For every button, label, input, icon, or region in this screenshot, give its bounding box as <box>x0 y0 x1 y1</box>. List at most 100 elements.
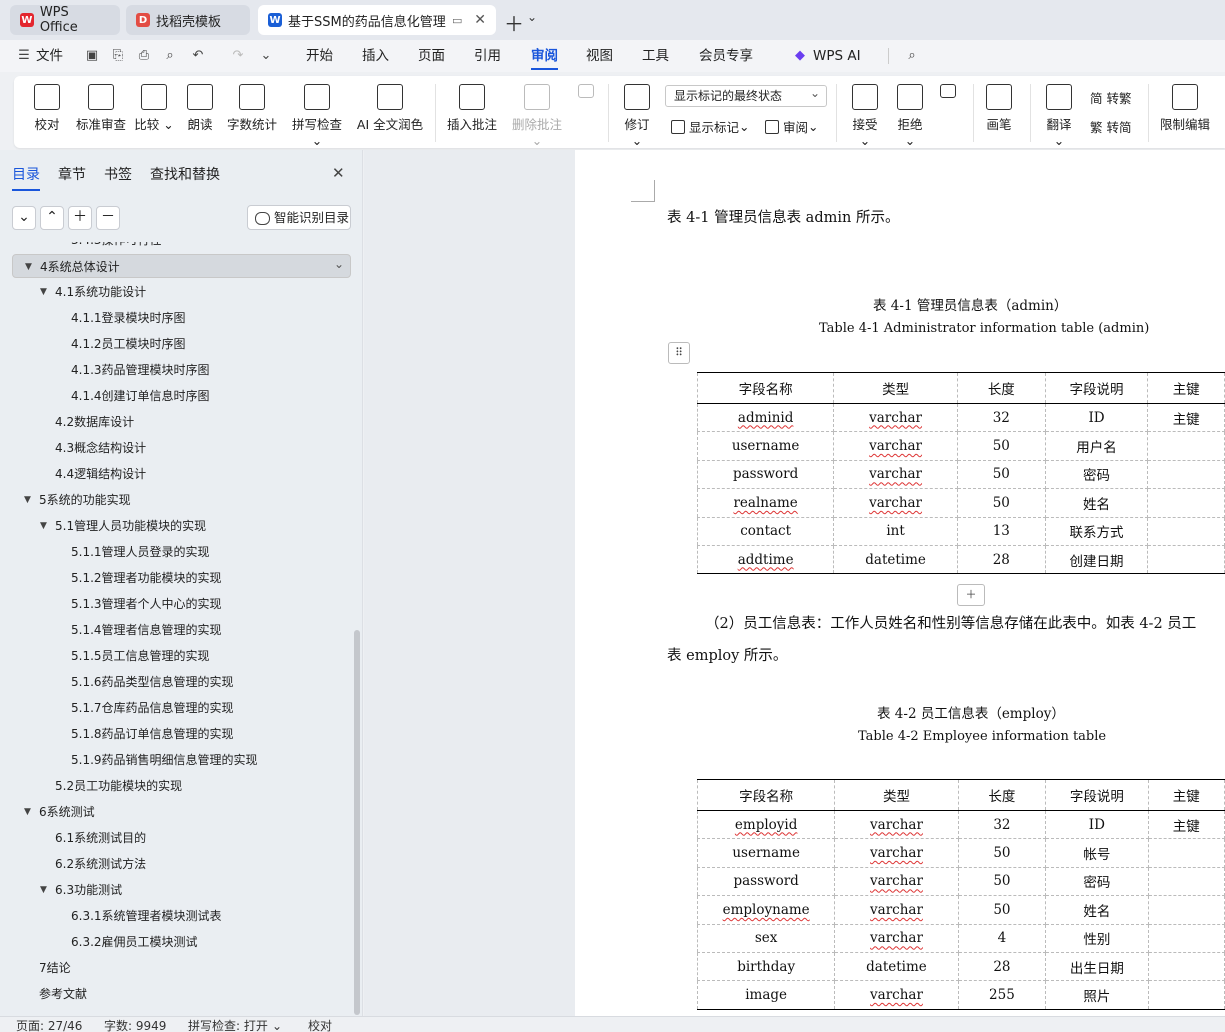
toc-item[interactable]: 5.1.1管理人员登录的实现 <box>12 540 351 564</box>
word-count-button[interactable]: 字数统计 <box>226 82 278 133</box>
menu-tools[interactable]: 工具 <box>642 40 669 72</box>
revise-button[interactable]: 修订 ⌄ <box>618 82 656 148</box>
table-cell[interactable] <box>1148 924 1225 953</box>
table-cell[interactable]: 13 <box>957 517 1046 546</box>
toc-item[interactable]: ▼ 4系统总体设计 <box>12 252 351 278</box>
table-cell[interactable]: 50 <box>957 431 1046 461</box>
collapse-up-button[interactable]: ⌃ <box>40 206 64 230</box>
table-cell[interactable]: 主键 <box>1147 403 1225 433</box>
table-cell[interactable]: datetime <box>834 952 959 982</box>
table-cell[interactable]: varchar <box>834 838 959 868</box>
employ-table[interactable]: 字段名称 类型 长度 字段说明 主键 employid varchar 32 ID 主键 usern… <box>697 779 1225 1010</box>
table-cell[interactable]: int <box>833 517 958 546</box>
spell-check-status[interactable]: 拼写检查: 打开 <box>188 1018 268 1032</box>
search-icon[interactable]: ⌕ <box>904 48 920 64</box>
toc-item[interactable]: 5.1.4管理者信息管理的实现 <box>12 618 351 642</box>
word-count[interactable]: 字数: 9949 <box>104 1018 166 1032</box>
toc-item[interactable]: ▼ 5系统的功能实现 <box>12 488 351 512</box>
proofread-status[interactable]: 校对 <box>308 1018 332 1032</box>
read-aloud-button[interactable]: 朗读 <box>184 82 216 133</box>
chevron-down-icon[interactable]: ⌄ <box>272 1018 282 1032</box>
add-row-button[interactable]: ＋ <box>957 584 985 606</box>
hamburger-icon[interactable]: ☰ <box>16 48 32 64</box>
expand-arrow-icon[interactable]: ▼ <box>24 800 31 824</box>
table-cell[interactable]: 255 <box>958 980 1047 1010</box>
reject-button[interactable]: 拒绝 ⌄ <box>892 82 928 148</box>
table-cell[interactable]: password <box>697 867 836 897</box>
table-cell[interactable]: 帐号 <box>1045 838 1149 868</box>
translate-button[interactable]: 翻译 ⌄ <box>1040 82 1078 148</box>
toc-item[interactable]: 3.4.3操作可行性 <box>12 242 351 252</box>
toc-item[interactable]: ▼ 6.3功能测试 <box>12 878 351 902</box>
table-cell[interactable] <box>1148 952 1225 982</box>
close-icon[interactable]: ✕ <box>474 12 486 28</box>
table-cell[interactable]: ID <box>1045 810 1149 840</box>
table-cell[interactable]: realname <box>697 488 835 518</box>
table-cell[interactable]: image <box>697 980 836 1010</box>
toc-item[interactable]: 5.2员工功能模块的实现 <box>12 774 351 798</box>
table-cell[interactable]: varchar <box>833 488 958 518</box>
table-cell[interactable]: username <box>697 838 836 868</box>
to-simplified-button[interactable]: 繁 转简 <box>1090 117 1131 136</box>
table-cell[interactable]: varchar <box>834 810 959 840</box>
table-cell[interactable]: ID <box>1045 403 1149 433</box>
table-cell[interactable]: 50 <box>958 895 1047 925</box>
toc-item[interactable]: 4.4逻辑结构设计 <box>12 462 351 486</box>
table-cell[interactable] <box>1148 838 1225 868</box>
table-cell[interactable]: sex <box>697 924 836 953</box>
admin-table[interactable]: 字段名称 类型 长度 字段说明 主键 adminid varchar 32 ID 主键 userna… <box>697 372 1225 575</box>
table-cell[interactable]: employname <box>697 895 836 925</box>
markup-mode-select[interactable]: 显示标记的最终状态 <box>665 83 827 107</box>
menu-member[interactable]: 会员专享 <box>699 40 753 72</box>
toc-item[interactable]: 5.1.6药品类型信息管理的实现 <box>12 670 351 694</box>
table-cell[interactable]: 28 <box>957 545 1046 575</box>
restrict-edit-button[interactable]: 限制编辑 <box>1158 82 1212 133</box>
table-cell[interactable]: varchar <box>834 924 959 953</box>
table-cell[interactable]: 性别 <box>1045 924 1149 953</box>
to-traditional-button[interactable]: 简 转繁 <box>1090 88 1131 107</box>
table-cell[interactable]: varchar <box>834 980 959 1010</box>
tab-document[interactable]: W 基于SSM的药品信息化管理系 ▭ ✕ <box>258 5 496 35</box>
table-cell[interactable]: 姓名 <box>1045 488 1149 518</box>
tab-toc[interactable]: 目录 <box>12 164 40 191</box>
tab-find-replace[interactable]: 查找和替换 <box>150 164 220 184</box>
show-markup-button[interactable]: 显示标记 ⌄ <box>671 117 750 136</box>
menu-start[interactable]: 开始 <box>306 40 333 72</box>
menu-insert[interactable]: 插入 <box>362 40 389 72</box>
expand-down-button[interactable]: ⌄ <box>12 206 36 230</box>
toc-item[interactable]: 4.3概念结构设计 <box>12 436 351 460</box>
expand-arrow-icon[interactable]: ▼ <box>40 280 47 304</box>
insert-comment-button[interactable]: 插入批注 <box>446 82 498 133</box>
table-cell[interactable]: 32 <box>957 403 1046 433</box>
table-cell[interactable]: password <box>697 460 835 490</box>
toc-item[interactable]: 4.1.1登录模块时序图 <box>12 306 351 330</box>
table-cell[interactable]: varchar <box>833 460 958 490</box>
table-cell[interactable]: varchar <box>834 895 959 925</box>
table-cell[interactable]: 出生日期 <box>1045 952 1149 982</box>
toc-item[interactable]: 4.1.3药品管理模块时序图 <box>12 358 351 382</box>
table-cell[interactable]: birthday <box>697 952 836 982</box>
accept-button[interactable]: 接受 ⌄ <box>847 82 883 148</box>
save-icon[interactable]: ▣ <box>84 48 100 64</box>
export-icon[interactable]: ⎘ <box>110 48 126 64</box>
table-cell[interactable]: username <box>697 431 835 461</box>
table-cell[interactable] <box>1147 545 1225 575</box>
table-cell[interactable]: 创建日期 <box>1045 545 1149 575</box>
table-cell[interactable]: 用户名 <box>1045 431 1149 461</box>
toc-item[interactable]: 6.3.2雇佣员工模块测试 <box>12 930 351 954</box>
table-cell[interactable]: datetime <box>833 545 958 575</box>
pen-button[interactable]: 画笔 <box>984 82 1014 133</box>
menu-review[interactable]: 审阅 <box>531 40 558 72</box>
table-cell[interactable]: 50 <box>957 460 1046 490</box>
chevron-down-icon[interactable]: ⌄ <box>527 10 537 24</box>
expand-arrow-icon[interactable]: ▼ <box>24 488 31 512</box>
table-cell[interactable]: 32 <box>958 810 1047 840</box>
add-heading-button[interactable]: ＋ <box>68 206 92 230</box>
table-cell[interactable]: varchar <box>834 867 959 897</box>
close-pane-icon[interactable]: ✕ <box>332 164 345 182</box>
ai-polish-button[interactable]: AI 全文润色 <box>356 82 424 133</box>
prev-change-button[interactable] <box>938 82 958 102</box>
compare-button[interactable]: 比较 ⌄ <box>134 82 174 133</box>
toc-item[interactable]: 4.1.2员工模块时序图 <box>12 332 351 356</box>
toc-item[interactable]: 5.1.5员工信息管理的实现 <box>12 644 351 668</box>
